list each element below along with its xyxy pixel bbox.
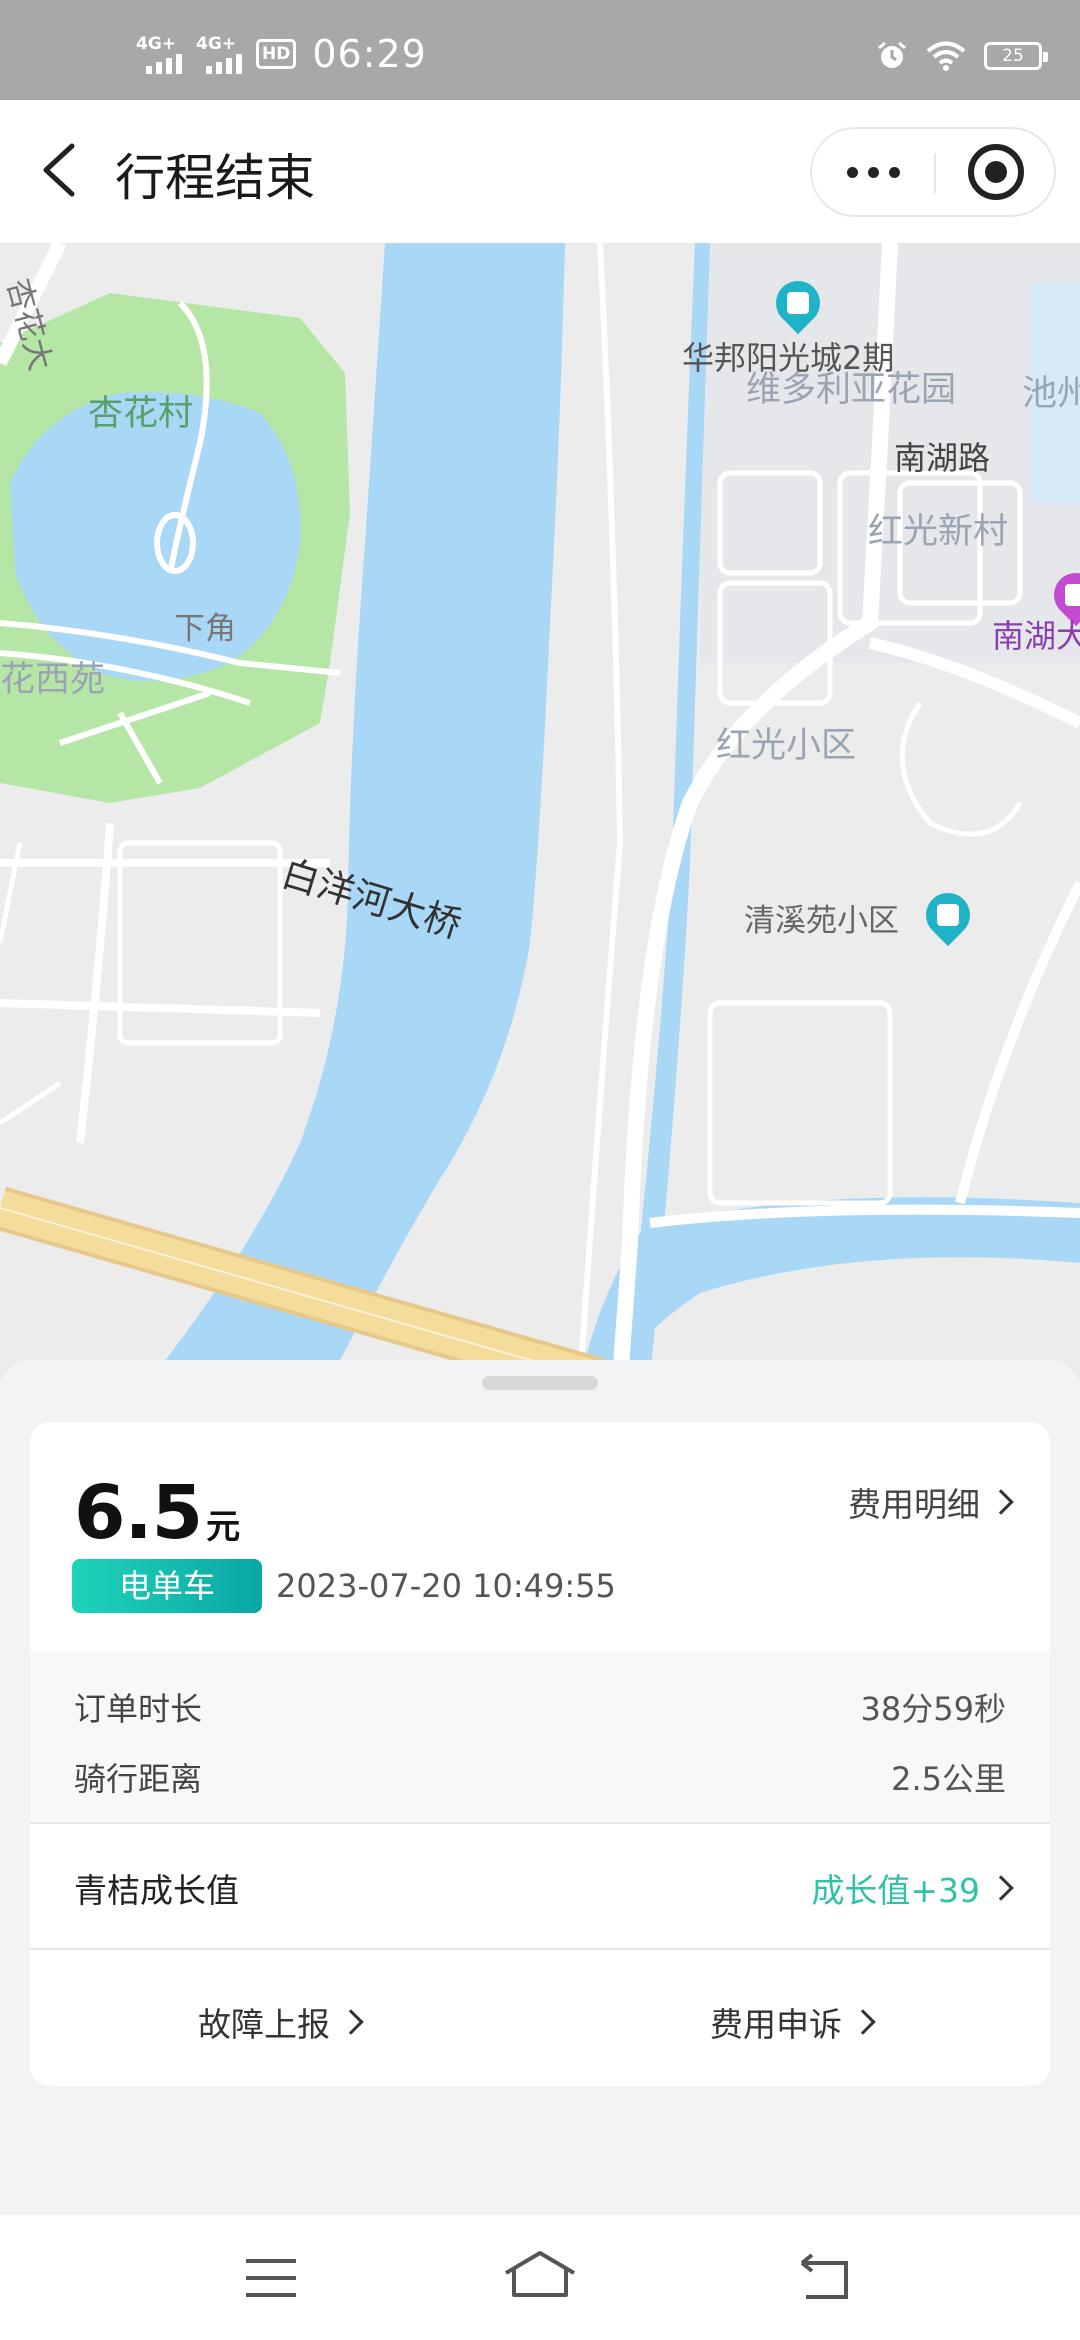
bottom-sheet: 6.5 元 费用明细 电单车 2023-07-20 10:49:55 订单时长 … (0, 1360, 1080, 2215)
growth-value-link[interactable]: 成长值+39 (811, 1864, 1014, 1912)
mini-program-capsule (810, 127, 1056, 217)
fee-detail-label: 费用明细 (848, 1485, 980, 1524)
ride-datetime: 2023-07-20 10:49:55 (276, 1567, 616, 1605)
map-label-nanhu-road: 南湖路 (894, 439, 991, 477)
page-title: 行程结束 (115, 149, 315, 207)
report-fault-label: 故障上报 (198, 2005, 330, 2044)
chevron-right-icon (850, 2009, 876, 2035)
growth-value: 成长值+39 (811, 1871, 980, 1910)
title-bar: 行程结束 (0, 100, 1080, 243)
wifi-icon (926, 41, 966, 71)
growth-row[interactable]: 青桔成长值 成长值+39 (30, 1824, 1050, 1948)
alarm-icon (878, 41, 906, 68)
hd-icon: HD (256, 39, 297, 69)
fee-appeal-button[interactable]: 费用申诉 (710, 1998, 876, 2046)
map-label-qingxi: 清溪苑小区 (744, 903, 899, 939)
status-bar: 4G+ 4G+ HD 06:29 25 (0, 0, 1080, 100)
ride-stats: 订单时长 38分59秒 骑行距离 2.5公里 (30, 1652, 1050, 1822)
more-dots-icon[interactable] (812, 129, 934, 215)
order-card: 6.5 元 费用明细 电单车 2023-07-20 10:49:55 订单时长 … (30, 1422, 1050, 2086)
system-nav-bar (0, 2215, 1080, 2340)
report-fault-button[interactable]: 故障上报 (198, 1998, 364, 2046)
chevron-right-icon (988, 1875, 1014, 1901)
chevron-right-icon (988, 1489, 1014, 1515)
duration-value: 38分59秒 (860, 1690, 1006, 1728)
map-label-hongguang-xiaoqu: 红光小区 (716, 726, 857, 766)
menu-icon[interactable] (242, 2253, 302, 2303)
map-label-pond: 池州 (1022, 374, 1080, 414)
growth-label: 青桔成长值 (74, 1871, 239, 1910)
map-label-huaxiyuan: 花西苑 (0, 660, 106, 700)
price: 6.5 元 (74, 1470, 240, 1556)
target-icon[interactable] (968, 144, 1024, 200)
home-icon[interactable] (502, 2247, 578, 2303)
vehicle-tag: 电单车 (72, 1559, 262, 1613)
divider (30, 1948, 1050, 1950)
status-time: 06:29 (312, 32, 427, 76)
price-unit: 元 (206, 1507, 241, 1547)
price-value: 6.5 (74, 1470, 203, 1556)
distance-value: 2.5公里 (891, 1760, 1006, 1798)
capsule-divider (934, 153, 936, 193)
signal-label-2: 4G+ (196, 34, 237, 54)
distance-row: 骑行距离 2.5公里 (30, 1750, 1050, 1800)
back-arrow-icon[interactable] (34, 140, 94, 200)
signal-icon: 4G+ (136, 34, 186, 74)
signal-icon-2: 4G+ (196, 34, 246, 74)
map-label-xinghua-village: 杏花村 (88, 394, 194, 434)
back-icon[interactable] (794, 2253, 854, 2303)
fee-detail-link[interactable]: 费用明细 (848, 1478, 1014, 1526)
distance-label: 骑行距离 (74, 1760, 203, 1798)
map-label-hongguang-new: 红光新村 (868, 512, 1009, 552)
action-row: 故障上报 费用申诉 (30, 1952, 1050, 2086)
map-label-xiajiao: 下角 (174, 611, 236, 647)
map-view[interactable]: 杏花大 杏花村 华邦阳光城2期 池州 维多利亚花园 南湖路 红光新村 南湖大 下… (0, 243, 1080, 1380)
chevron-right-icon (338, 2009, 364, 2035)
duration-label: 订单时长 (74, 1690, 203, 1728)
fee-appeal-label: 费用申诉 (710, 2005, 842, 2044)
map-label-nanhu-da: 南湖大 (992, 617, 1080, 655)
signal-label: 4G+ (136, 34, 177, 54)
map-label-victoria: 维多利亚花园 (746, 370, 957, 410)
sheet-handle[interactable] (482, 1376, 598, 1390)
duration-row: 订单时长 38分59秒 (30, 1680, 1050, 1730)
battery-icon: 25 (984, 42, 1048, 70)
